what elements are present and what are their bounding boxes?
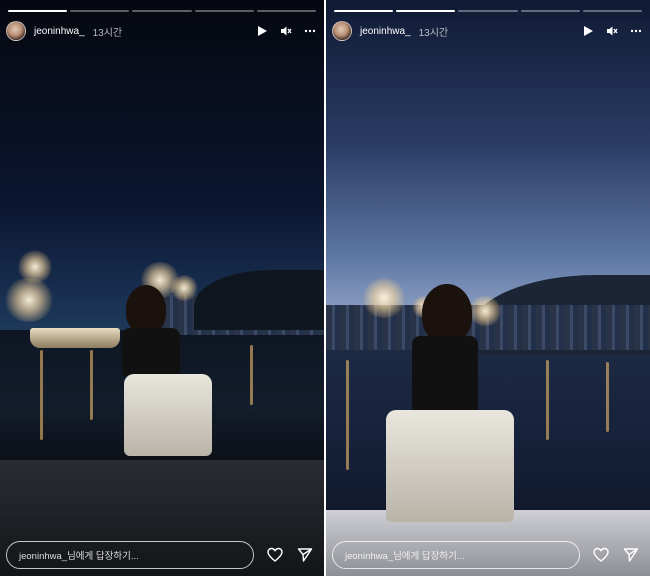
progress-segment xyxy=(132,10,192,12)
avatar[interactable] xyxy=(6,21,26,41)
light-reflection xyxy=(346,360,349,470)
play-icon[interactable] xyxy=(582,25,594,37)
story-progress xyxy=(334,10,643,12)
story-footer: jeoninhwa_님에게 답장하기... xyxy=(332,540,640,570)
boat xyxy=(30,328,120,348)
avatar[interactable] xyxy=(332,21,352,41)
send-icon[interactable] xyxy=(296,546,314,564)
mute-icon[interactable] xyxy=(280,25,292,37)
username[interactable]: jeoninhwa_ xyxy=(360,26,411,37)
progress-segment xyxy=(334,10,394,12)
heart-icon[interactable] xyxy=(266,546,284,564)
hill xyxy=(194,270,324,330)
more-icon[interactable] xyxy=(630,25,642,37)
send-icon[interactable] xyxy=(622,546,640,564)
story-image xyxy=(0,0,324,576)
reply-placeholder: jeoninhwa_님에게 답장하기... xyxy=(19,551,139,562)
light-reflection xyxy=(90,350,93,420)
progress-segment xyxy=(256,10,317,12)
username[interactable]: jeoninhwa_ xyxy=(34,26,85,37)
light-reflection xyxy=(40,350,43,440)
story-footer: jeoninhwa_님에게 답장하기... xyxy=(6,540,314,570)
progress-segment xyxy=(8,10,68,12)
firework xyxy=(362,278,406,318)
firework xyxy=(4,278,54,322)
progress-segment xyxy=(194,10,254,12)
reply-input[interactable]: jeoninhwa_님에게 답장하기... xyxy=(332,541,580,569)
mute-icon[interactable] xyxy=(606,25,618,37)
light-reflection xyxy=(606,362,609,432)
progress-segment xyxy=(582,10,643,12)
story-progress xyxy=(8,10,317,12)
reply-input[interactable]: jeoninhwa_님에게 답장하기... xyxy=(6,541,254,569)
play-icon[interactable] xyxy=(256,25,268,37)
story-header: jeoninhwa_ 13시간 xyxy=(332,20,642,42)
reply-placeholder: jeoninhwa_님에게 답장하기... xyxy=(345,551,465,562)
progress-segment xyxy=(70,10,130,12)
story-frame-right[interactable]: jeoninhwa_ 13시간 jeoninhwa_님에게 답장하기... xyxy=(326,0,650,576)
heart-icon[interactable] xyxy=(592,546,610,564)
firework xyxy=(170,275,198,301)
more-icon[interactable] xyxy=(304,25,316,37)
progress-segment xyxy=(396,10,456,12)
post-time: 13시간 xyxy=(418,27,449,39)
progress-segment xyxy=(458,10,518,12)
story-image xyxy=(326,0,650,576)
story-header: jeoninhwa_ 13시간 xyxy=(6,20,316,42)
story-frame-left[interactable]: jeoninhwa_ 13시간 jeoninhwa_님에게 답장하기... xyxy=(0,0,324,576)
progress-segment xyxy=(520,10,580,12)
light-reflection xyxy=(250,345,253,405)
light-reflection xyxy=(546,360,549,440)
firework xyxy=(468,296,502,326)
post-time: 13시간 xyxy=(92,27,123,39)
